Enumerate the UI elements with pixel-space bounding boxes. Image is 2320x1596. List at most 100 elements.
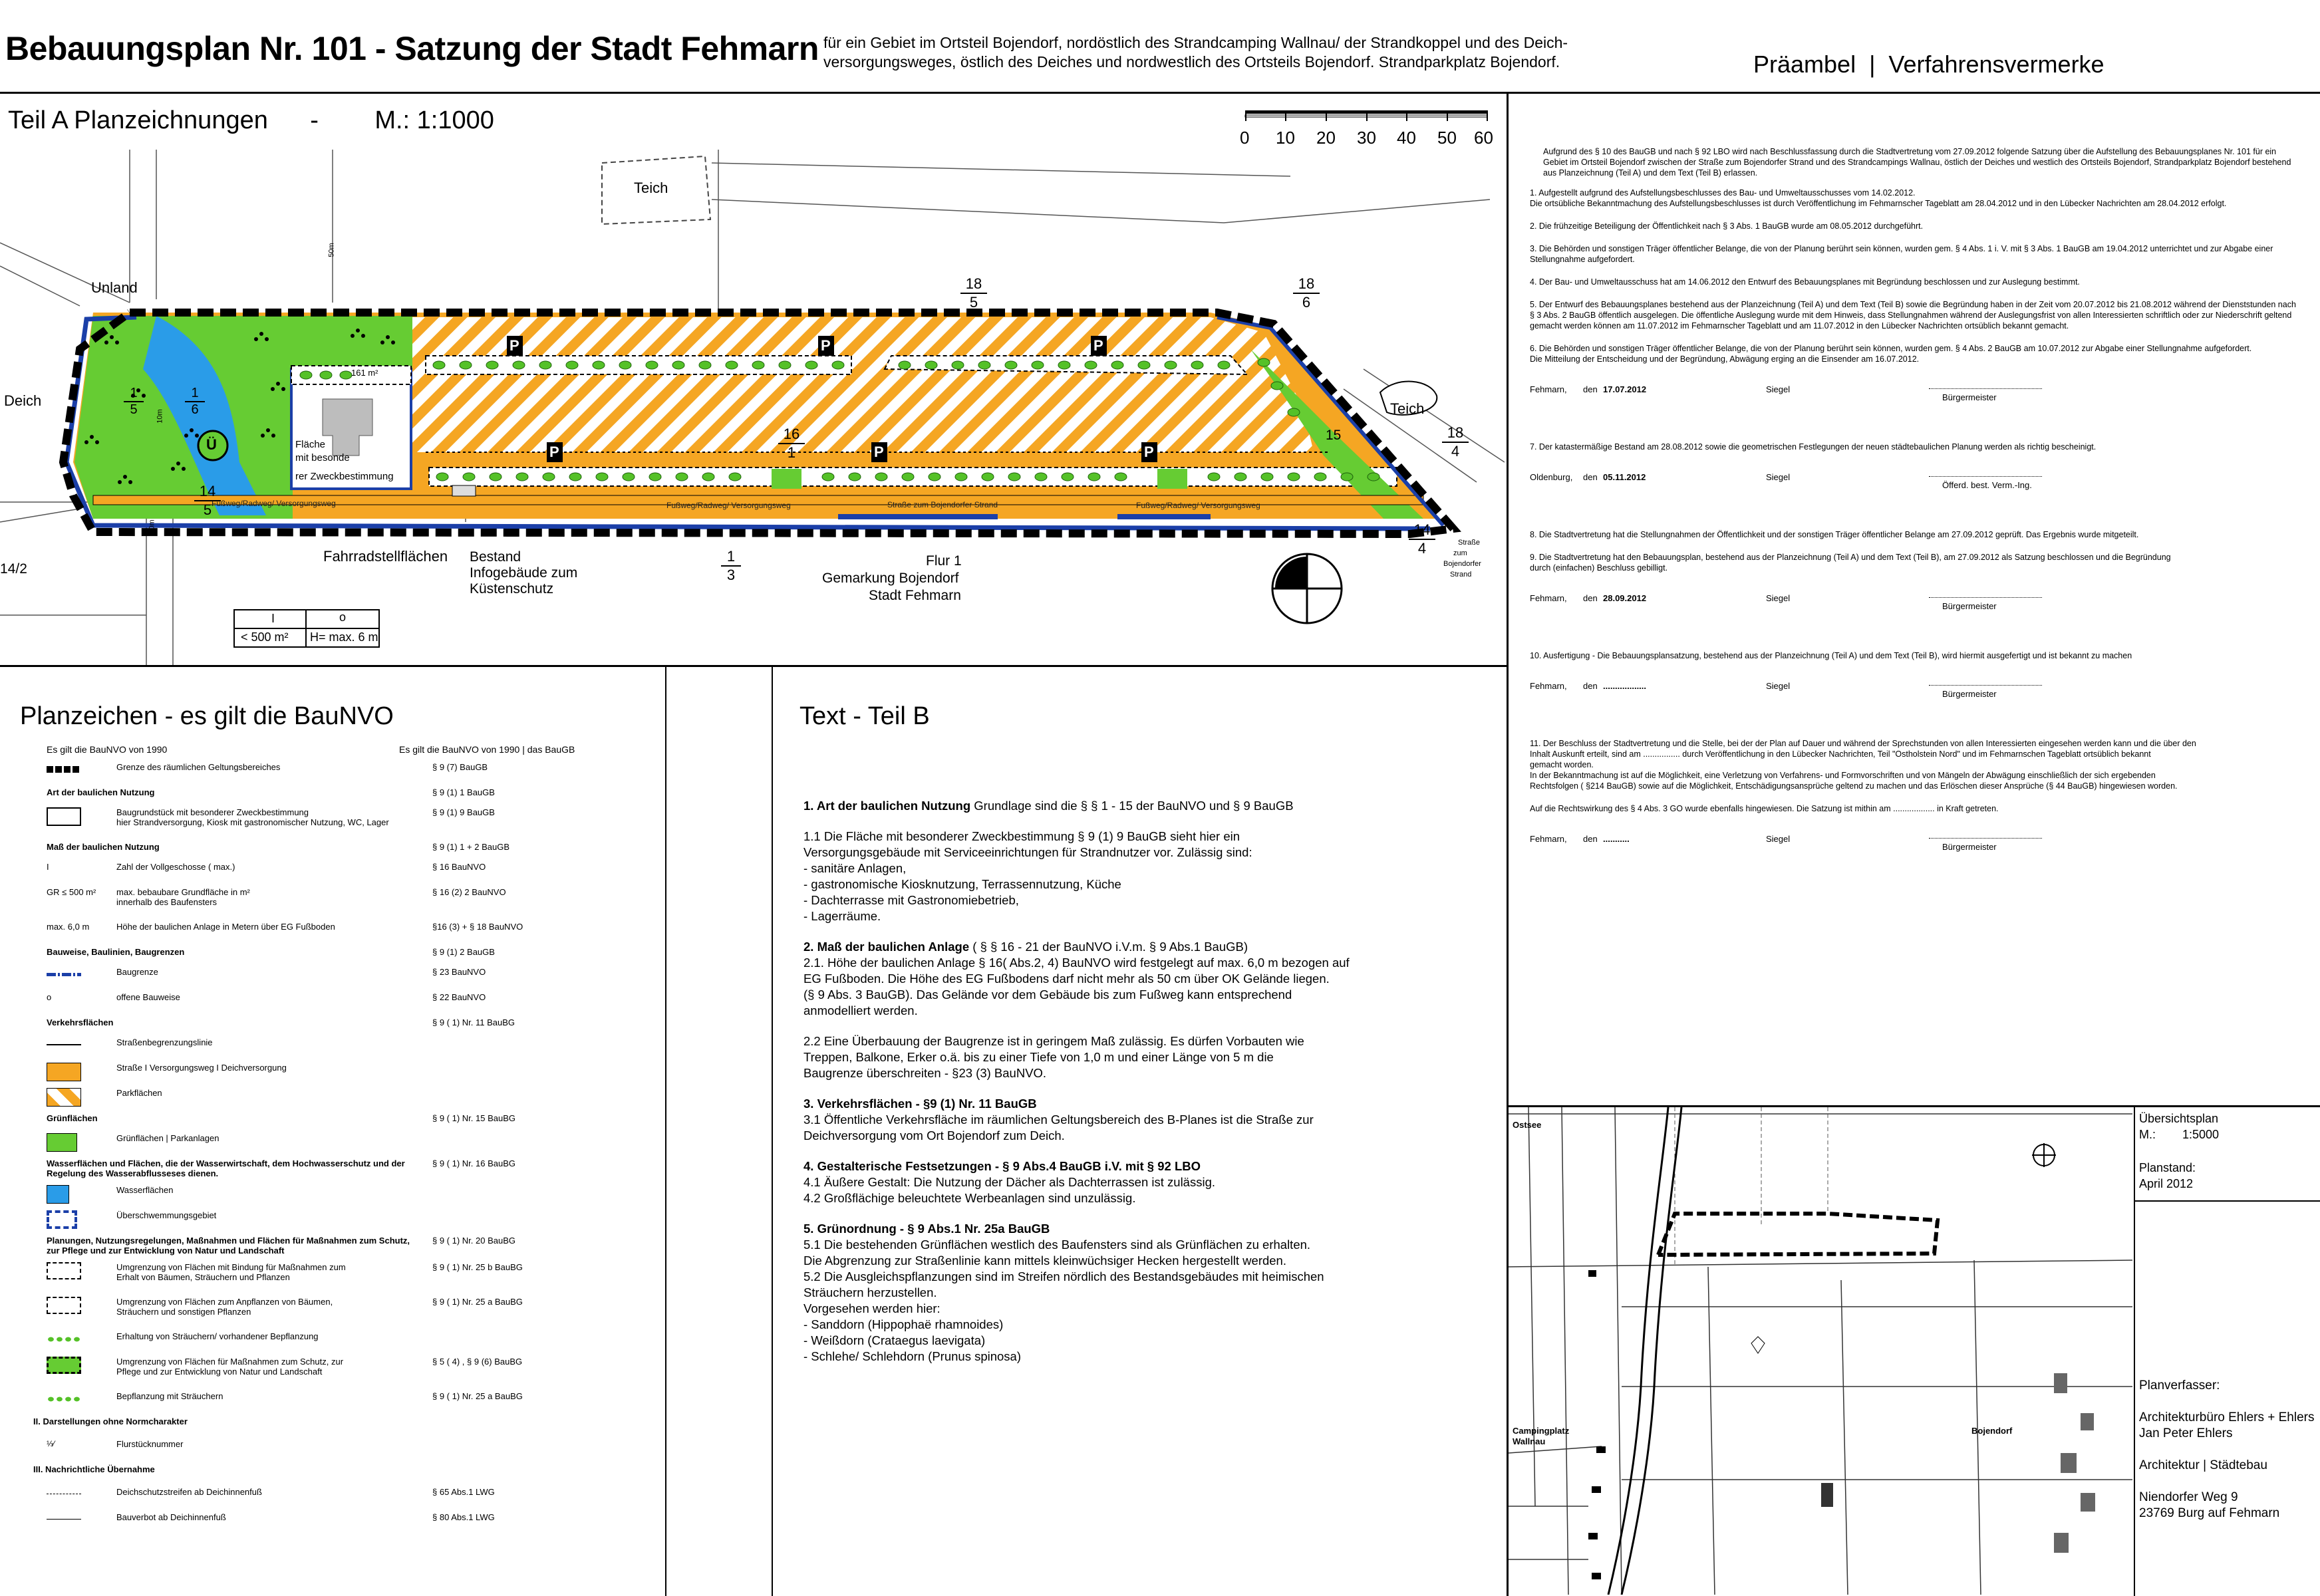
legend-ref: § 9 ( 1) Nr. 25 a BauBG bbox=[432, 1297, 523, 1307]
header-divider bbox=[0, 92, 2320, 94]
siegel-label: Siegel bbox=[1766, 834, 1791, 844]
signature-date-label: den bbox=[1583, 472, 1598, 482]
parking-p: P bbox=[509, 337, 519, 354]
overview-info: Übersichtsplan M.: 1:5000 Planstand: Apr… bbox=[2139, 1111, 2317, 1192]
legend-symbol bbox=[47, 1519, 81, 1520]
legend-symbol bbox=[47, 1063, 81, 1081]
subtitle-line-2: versorgungsweges, östlich des Deiches un… bbox=[823, 53, 1560, 70]
legend-ref: § 9 ( 1) Nr. 11 BauBG bbox=[432, 1017, 515, 1027]
signature-place: Fehmarn, bbox=[1530, 834, 1567, 844]
legend-symbol bbox=[47, 973, 81, 976]
scale-tick: 30 bbox=[1357, 128, 1376, 148]
textb-paragraph: 2.2 Eine Überbauung der Baugrenze ist in… bbox=[803, 1033, 1489, 1081]
preamble-item: 6. Die Behörden und sonstigen Träger öff… bbox=[1530, 344, 2252, 364]
label-flaeche-2: mit besonde bbox=[295, 452, 350, 464]
parcel-number: 14 5 bbox=[194, 483, 221, 519]
parcel-num: 18 bbox=[1293, 275, 1320, 294]
label-deich: Deich bbox=[4, 392, 42, 409]
preamble-item: 5. Der Entwurf des Bebauungsplanes beste… bbox=[1530, 300, 2296, 331]
signature-role: Bürgermeister bbox=[1942, 392, 1997, 402]
scale-tick: 50 bbox=[1437, 128, 1457, 148]
legend-group-heading: Bauweise, Baulinien, Baugrenzen bbox=[47, 947, 185, 957]
parking-p: P bbox=[1093, 337, 1103, 354]
label-bestand: Bestand bbox=[470, 549, 521, 565]
signature-place: Fehmarn, bbox=[1530, 593, 1567, 603]
table-header-1: I bbox=[271, 612, 275, 625]
textb-paragraph-body: 3.1 Öffentliche Verkehrsfläche im räumli… bbox=[803, 1113, 1314, 1142]
parking-p: P bbox=[1144, 444, 1154, 460]
label-ueberschwemmung: Ü bbox=[206, 436, 217, 453]
scale-tick: 40 bbox=[1397, 128, 1416, 148]
parcel-number: 16 1 bbox=[778, 426, 805, 462]
siegel-label: Siegel bbox=[1766, 593, 1791, 603]
legend-symbol: ⅓⁄ bbox=[47, 1439, 55, 1448]
label-weg-1: Fußweg/Radweg/ Versorgungsweg bbox=[212, 499, 336, 508]
planverfasser: Planverfasser: Architekturbüro Ehlers + … bbox=[2139, 1378, 2317, 1522]
legend-heading: Planzeichen - es gilt die BauNVO bbox=[20, 702, 394, 730]
dimension-label: 50m bbox=[327, 243, 336, 257]
legend-group-heading: Grünflächen bbox=[47, 1113, 98, 1123]
legend-text: Umgrenzung von Flächen mit Bindung für M… bbox=[116, 1262, 346, 1282]
textb-paragraph-title: 3. Verkehrsflächen - §9 (1) Nr. 11 BauGB bbox=[803, 1097, 1037, 1111]
legend-text: max. bebaubare Grundfläche in m² innerha… bbox=[116, 887, 250, 907]
overview-title: Übersichtsplan bbox=[2139, 1112, 2219, 1125]
signature-place: Oldenburg, bbox=[1530, 472, 1573, 482]
parcel-number: 14 4 bbox=[1409, 521, 1435, 557]
planverfasser-label: Planverfasser: bbox=[2139, 1379, 2220, 1393]
legend-symbol bbox=[47, 1088, 81, 1107]
signature-row: Fehmarn, den........... Siegel Bürgermeiste… bbox=[1530, 834, 2301, 884]
label-bestand-3: Küstenschutz bbox=[470, 581, 554, 597]
legend-list: Grenze des räumlichen Geltungsbereiches §… bbox=[0, 758, 658, 1589]
legend-symbol bbox=[47, 1210, 77, 1229]
office-street: Niendorfer Weg 9 bbox=[2139, 1490, 2238, 1504]
signature-date-label: den bbox=[1583, 384, 1598, 394]
signature-line bbox=[1929, 476, 2042, 477]
textb-paragraph-body: Grundlage sind die § § 1 - 15 der BauNVO… bbox=[970, 799, 1294, 813]
legend-ref: § 9 (1) 2 BauGB bbox=[432, 947, 495, 957]
textb-paragraph: 5. Grünordnung - § 9 Abs.1 Nr. 25a BauGB… bbox=[803, 1221, 1489, 1365]
legend-text: Baugrundstück mit besonderer Zweckbestim… bbox=[116, 807, 389, 827]
preamble-heading: Präambel | Verfahrensvermerke bbox=[1753, 51, 2104, 78]
overview-label-bojendorf: Bojendorf bbox=[1971, 1426, 2013, 1436]
legend-ref: § 65 Abs.1 LWG bbox=[432, 1487, 495, 1497]
textb-paragraph: 1. Art der baulichen Nutzung Grundlage s… bbox=[803, 798, 1489, 814]
table-cell-1: < 500 m² bbox=[241, 630, 289, 644]
overview-label-camping: Campingplatz bbox=[1513, 1426, 1570, 1436]
legend-text: offene Bauweise bbox=[116, 992, 180, 1002]
legend-section-heading: III. Nachrichtliche Übernahme bbox=[33, 1464, 155, 1474]
overview-label-ostsee: Ostsee bbox=[1513, 1120, 1542, 1130]
parcel-den: 3 bbox=[726, 567, 736, 583]
scale-tick: 10 bbox=[1276, 128, 1295, 148]
plan-bottom-divider bbox=[0, 665, 1507, 667]
legend-ref: § 9 (1) 9 BauGB bbox=[432, 807, 495, 817]
textb-paragraph-body: 2.2 Eine Überbauung der Baugrenze ist in… bbox=[803, 1034, 1304, 1080]
label-flur: Flur 1 bbox=[926, 553, 962, 569]
parcel-number: 18 5 bbox=[960, 275, 987, 311]
legend-ref: § 16 (2) 2 BauNVO bbox=[432, 887, 506, 897]
signature-date: 17.07.2012 bbox=[1603, 384, 1647, 394]
legend-text: Grünflächen | Parkanlagen bbox=[116, 1133, 219, 1143]
parcel-num: 1 bbox=[721, 548, 741, 567]
label-num-15: 15 bbox=[1326, 428, 1342, 443]
preamble-item: 3. Die Behörden und sonstigen Träger öff… bbox=[1530, 244, 2273, 264]
legend-ref: § 5 ( 4) , § 9 (6) BauBG bbox=[432, 1357, 523, 1367]
legend-ref: § 9 (1) 1 + 2 BauGB bbox=[432, 842, 509, 852]
signature-line bbox=[1929, 685, 2042, 686]
legend-text: Erhaltung von Sträuchern/ vorhandener Be… bbox=[116, 1331, 319, 1341]
signature-row: Fehmarn, den 28.09.2012 Siegel Bürgermeister bbox=[1530, 593, 2301, 644]
office-name: Architekturbüro Ehlers + Ehlers bbox=[2139, 1410, 2315, 1424]
legend-ref: § 9 ( 1) Nr. 20 BauBG bbox=[432, 1236, 516, 1246]
parcel-number: 15 bbox=[124, 386, 144, 418]
parcel-den: 5 bbox=[969, 294, 978, 311]
legend-symbol bbox=[47, 1133, 77, 1152]
overview-map bbox=[1509, 1107, 2132, 1595]
label-teich-top: Teich bbox=[634, 180, 668, 196]
signature-date-label: den bbox=[1583, 593, 1598, 603]
parcel-den: 5 bbox=[130, 402, 138, 417]
signature-date: ........... bbox=[1603, 834, 1630, 844]
preamble-item: 2. Die frühzeitige Beteiligung der Öffen… bbox=[1530, 221, 1924, 231]
parcel-number: 18 6 bbox=[1293, 275, 1320, 311]
legend-section-heading: II. Darstellungen ohne Normcharakter bbox=[33, 1416, 188, 1426]
signature-date-label: den bbox=[1583, 834, 1598, 844]
office-person: Jan Peter Ehlers bbox=[2139, 1426, 2233, 1440]
